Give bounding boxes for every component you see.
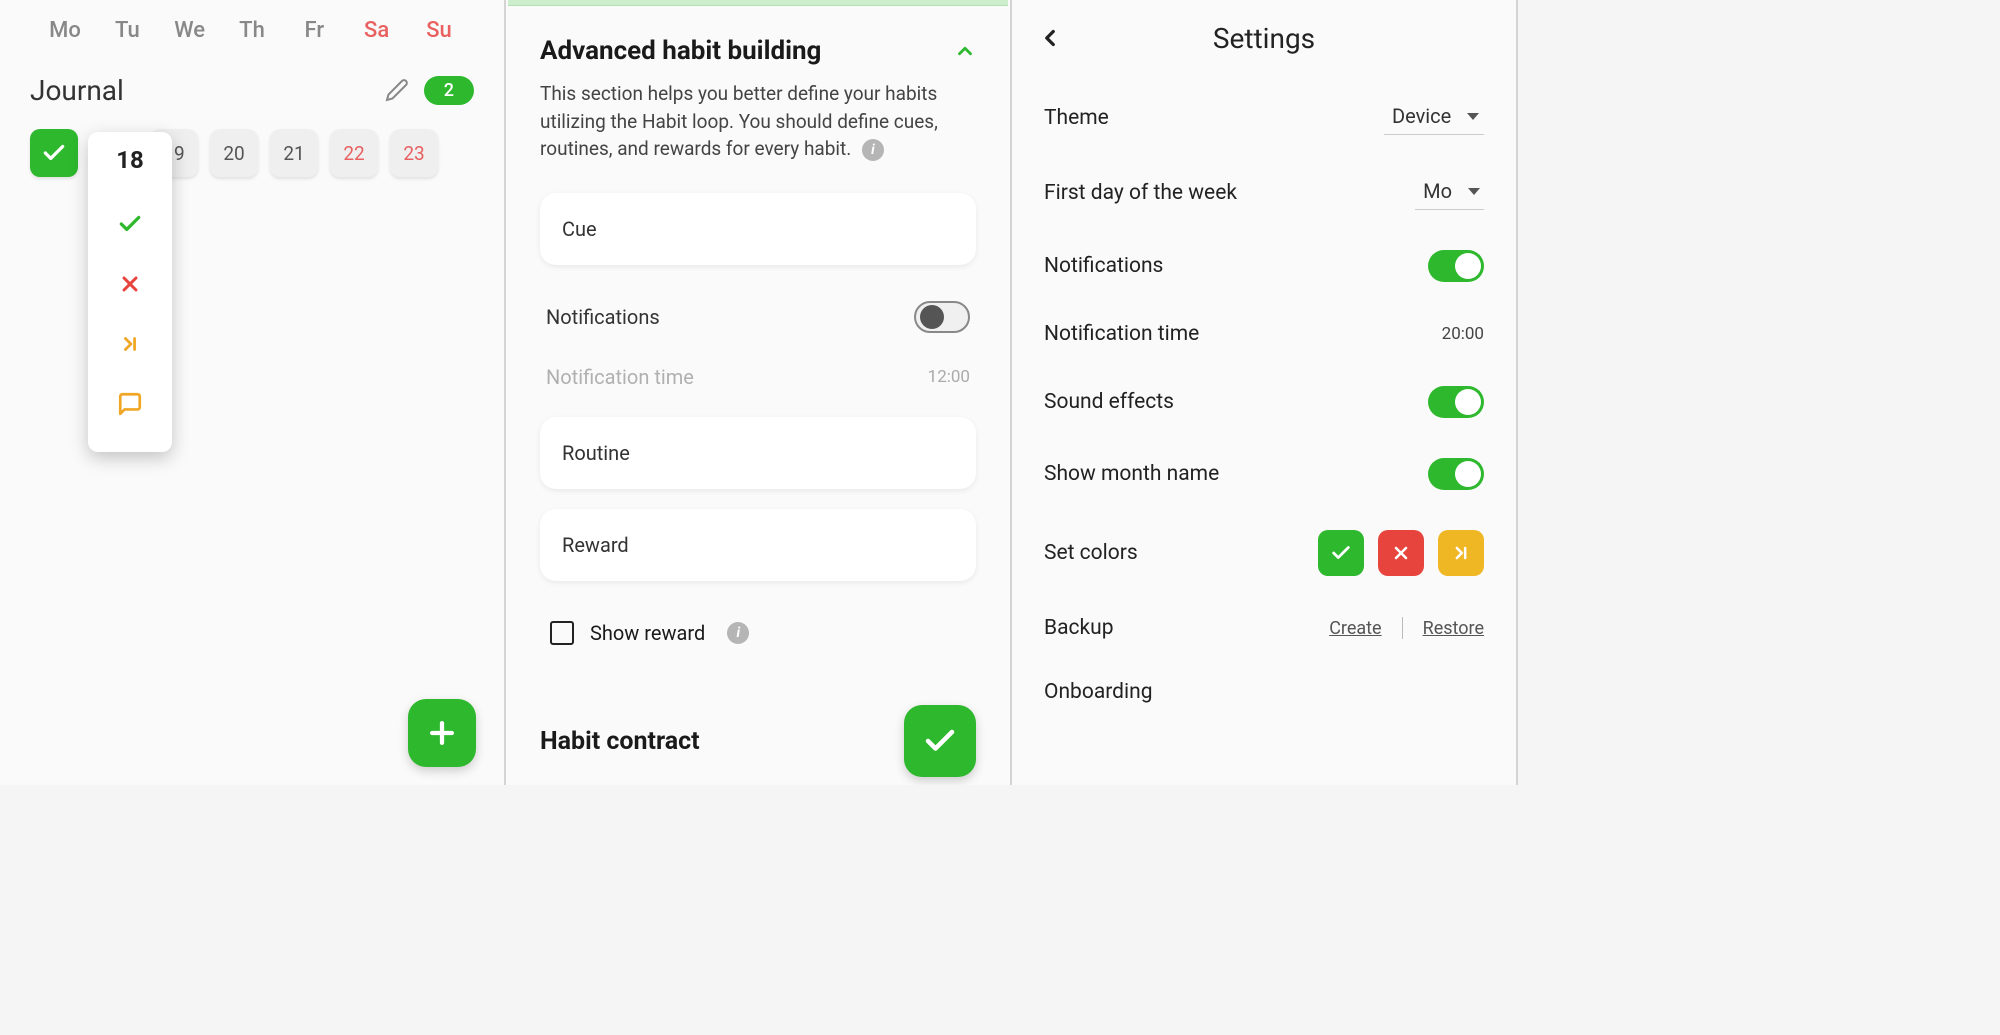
color-chips: [1318, 530, 1484, 576]
info-icon[interactable]: i: [727, 622, 749, 644]
show-reward-label: Show reward: [590, 621, 705, 645]
confirm-fab[interactable]: [904, 705, 976, 777]
weekday-fr: Fr: [289, 18, 339, 43]
chevron-down-icon: [1468, 188, 1480, 195]
skip-icon: [1451, 543, 1471, 563]
weekday-tu: Tu: [102, 18, 152, 43]
notifications-label: Notifications: [546, 305, 660, 329]
popup-action-done[interactable]: [110, 198, 150, 250]
popup-selected-date: 18: [116, 146, 144, 174]
streak-badge: 2: [424, 76, 474, 105]
edit-button[interactable]: [380, 73, 414, 107]
popup-action-comment[interactable]: [110, 378, 150, 430]
check-icon: [41, 140, 67, 166]
habit-builder-panel: Advanced habit building This section hel…: [506, 0, 1012, 785]
sound-effects-label: Sound effects: [1044, 390, 1174, 414]
notification-time-value: 20:00: [1442, 324, 1484, 344]
notification-time-row[interactable]: Notification time 12:00: [540, 349, 976, 405]
weekday-sa: Sa: [352, 18, 402, 43]
x-icon: [118, 272, 142, 296]
date-cell-21[interactable]: 21: [270, 129, 318, 177]
date-cell-22[interactable]: 22: [330, 129, 378, 177]
onboarding-label: Onboarding: [1044, 680, 1153, 704]
weekday-we: We: [165, 18, 215, 43]
notifications-row: Notifications: [1044, 230, 1484, 302]
info-icon[interactable]: i: [862, 139, 884, 161]
sound-effects-row: Sound effects: [1044, 366, 1484, 438]
weekday-mo: Mo: [40, 18, 90, 43]
backup-restore-link[interactable]: Restore: [1423, 618, 1484, 639]
sound-effects-toggle[interactable]: [1428, 386, 1484, 418]
chevron-down-icon: [1467, 113, 1479, 120]
notification-time-row[interactable]: Notification time 20:00: [1044, 302, 1484, 366]
divider: [1402, 617, 1403, 639]
cue-input[interactable]: Cue: [540, 193, 976, 265]
color-chip-done[interactable]: [1318, 530, 1364, 576]
popup-action-missed[interactable]: [110, 258, 150, 310]
weekday-su: Su: [414, 18, 464, 43]
onboarding-row[interactable]: Onboarding: [1044, 660, 1484, 724]
plus-icon: [425, 716, 459, 750]
add-habit-fab[interactable]: [408, 699, 476, 767]
date-cell-23[interactable]: 23: [390, 129, 438, 177]
back-button[interactable]: [1032, 20, 1068, 56]
notifications-label: Notifications: [1044, 254, 1163, 278]
pencil-icon: [385, 78, 409, 102]
date-cell-20[interactable]: 20: [210, 129, 258, 177]
notification-time-label: Notification time: [546, 365, 694, 389]
backup-row: Backup Create Restore: [1044, 596, 1484, 660]
backup-label: Backup: [1044, 616, 1114, 640]
settings-title: Settings: [1068, 22, 1460, 55]
set-colors-row: Set colors: [1044, 510, 1484, 596]
date-action-popup: 18: [88, 132, 172, 452]
routine-input[interactable]: Routine: [540, 417, 976, 489]
notifications-toggle[interactable]: [914, 301, 970, 333]
theme-label: Theme: [1044, 106, 1109, 130]
first-day-dropdown[interactable]: Mo: [1415, 175, 1484, 210]
notifications-toggle[interactable]: [1428, 250, 1484, 282]
show-month-label: Show month name: [1044, 462, 1219, 486]
comment-icon: [117, 391, 143, 417]
popup-action-skip[interactable]: [110, 318, 150, 370]
settings-panel: Settings Theme Device First day of the w…: [1012, 0, 1518, 785]
set-colors-label: Set colors: [1044, 541, 1138, 565]
journal-header-row: Journal 2: [0, 53, 504, 113]
date-row: 19 20 21 22 23: [0, 113, 504, 193]
color-chip-skip[interactable]: [1438, 530, 1484, 576]
check-icon: [922, 723, 958, 759]
check-icon: [117, 211, 143, 237]
theme-row: Theme Device: [1044, 80, 1484, 155]
advanced-section-desc: This section helps you better define you…: [540, 80, 976, 163]
show-reward-row: Show reward i: [540, 601, 976, 665]
first-day-label: First day of the week: [1044, 181, 1237, 205]
date-cell-17-checked[interactable]: [30, 129, 78, 177]
notification-time-label: Notification time: [1044, 322, 1199, 346]
show-reward-checkbox[interactable]: [550, 621, 574, 645]
settings-header: Settings: [1012, 0, 1516, 80]
week-header: Mo Tu We Th Fr Sa Su: [0, 0, 504, 53]
skip-icon: [119, 333, 141, 355]
show-month-toggle[interactable]: [1428, 458, 1484, 490]
notification-time-value: 12:00: [928, 367, 970, 387]
first-day-row: First day of the week Mo: [1044, 155, 1484, 230]
advanced-section-header[interactable]: Advanced habit building: [540, 36, 976, 66]
habit-contract-title: Habit contract: [540, 727, 700, 756]
reward-input[interactable]: Reward: [540, 509, 976, 581]
color-chip-missed[interactable]: [1378, 530, 1424, 576]
journal-panel: Mo Tu We Th Fr Sa Su Journal 2 19 20 21 …: [0, 0, 506, 785]
advanced-section-title: Advanced habit building: [540, 36, 821, 66]
notifications-toggle-row: Notifications: [540, 285, 976, 349]
theme-dropdown[interactable]: Device: [1384, 100, 1484, 135]
chevron-left-icon: [1037, 25, 1063, 51]
show-month-row: Show month name: [1044, 438, 1484, 510]
backup-create-link[interactable]: Create: [1329, 618, 1381, 639]
weekday-th: Th: [227, 18, 277, 43]
chevron-up-icon: [954, 40, 976, 62]
check-icon: [1330, 542, 1352, 564]
x-icon: [1391, 543, 1411, 563]
journal-title: Journal: [30, 74, 380, 107]
